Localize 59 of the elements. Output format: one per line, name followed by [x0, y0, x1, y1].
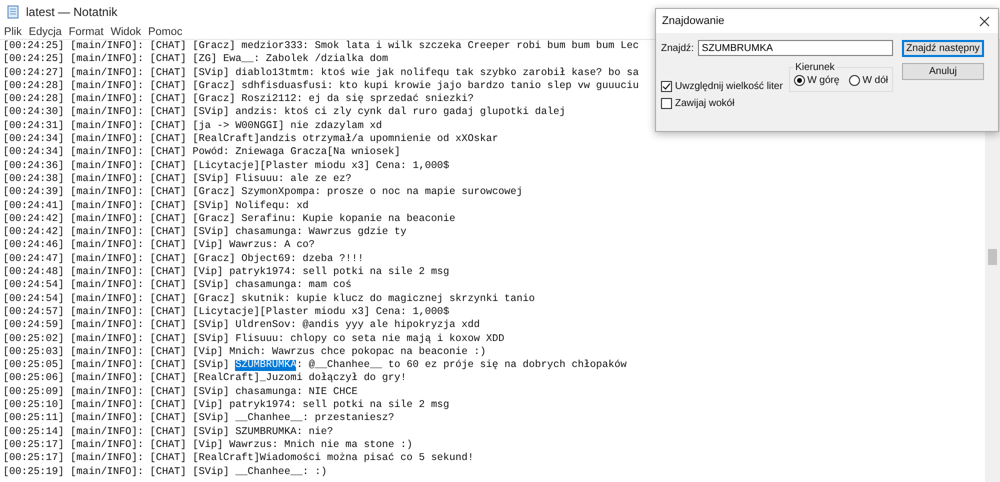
notepad-icon — [6, 5, 20, 19]
radio-button[interactable] — [849, 75, 860, 86]
window-title: latest — Notatnik — [26, 5, 118, 19]
log-text: [00:24:25] [main/INFO]: [CHAT] [ZG] Ewa__: Zabolek /dzialka dom — [3, 54, 388, 66]
log-text: [00:25:17] [main/INFO]: [CHAT] [Vip] Wawrzus: Mnich nie ma stone :) — [3, 440, 413, 451]
menu-item[interactable]: Plik — [4, 26, 22, 38]
log-text: [00:25:03] [main/INFO]: [CHAT] [Vip] Mnich: Wawrzus chce pokopac na beaconie :) — [3, 346, 486, 358]
log-text: [00:25:06] [main/INFO]: [CHAT] [RealCraft]_Juzomi dołączył do gry! — [3, 373, 406, 384]
log-text: [00:25:19] [main/INFO]: [CHAT] [SVip] __Chanhee__: :) — [3, 466, 328, 478]
scroll-thumb[interactable] — [988, 249, 997, 265]
radio-label: W górę — [807, 75, 840, 86]
checkbox-label: Uwzględnij wielkość liter — [675, 81, 783, 92]
menu-item[interactable]: Widok — [110, 26, 142, 38]
menu-item[interactable]: Edycja — [28, 26, 62, 38]
log-text: [00:24:36] [main/INFO]: [CHAT] [Licytacje][Plaster miodu x3] Cena: 1,000$ — [3, 160, 450, 172]
checkmark-icon — [662, 82, 671, 91]
log-text: [00:24:54] [main/INFO]: [CHAT] [SVip] chasamunga: mam coś — [3, 280, 352, 292]
log-text: [00:25:17] [main/INFO]: [CHAT] [RealCraft]Wiadomości można pisać co 5 sekund! — [3, 453, 474, 464]
log-text: [00:24:42] [main/INFO]: [CHAT] [SVip] chasamunga: Wawrzus gdzie ty — [3, 227, 406, 238]
find-field[interactable]: SZUMBRUMKA — [698, 40, 893, 56]
cancel-button[interactable]: Anuluj — [902, 63, 984, 80]
radio-label: W dół — [862, 75, 888, 86]
log-text: [00:24:39] [main/INFO]: [CHAT] [Gracz] SzymonXpompa: prosze o noc na mapie surowcowej — [3, 187, 523, 198]
find-label: Znajdź: — [661, 42, 694, 54]
checkbox-label: Zawijaj wokół — [675, 98, 734, 109]
log-text: [00:24:31] [main/INFO]: [CHAT] [ja -> W00NGGI] nie zdazylam xd — [3, 120, 382, 132]
highlighted-text: SZUMBRUMKA — [235, 360, 296, 372]
log-text: [00:24:25] [main/INFO]: [CHAT] [Gracz] medzior333: Smok lata i wilk szczeka Creeper robi bum bum bum Lec — [3, 41, 639, 52]
log-text: [00:24:54] [main/INFO]: [CHAT] [Gracz] skutnik: kupie klucz do magicznej skrzynki tanio — [3, 294, 535, 305]
log-text: [00:24:41] [main/INFO]: [CHAT] [SVip] Nolifequ: xd — [3, 200, 309, 212]
log-text: [00:25:09] [main/INFO]: [CHAT] [SVip] chasamunga: NIE CHCE — [3, 386, 358, 398]
log-text: [00:25:14] [main/INFO]: [CHAT] [SVip] SZUMBRUMKA: nie? — [3, 426, 334, 438]
log-text: [00:25:10] [main/INFO]: [CHAT] [Vip] patryk1974: sell potki na sile 2 msg — [3, 400, 450, 412]
close-icon[interactable] — [979, 16, 990, 26]
group-title: Kierunek — [794, 62, 836, 73]
log-text: [00:24:34] [main/INFO]: [CHAT] [RealCraft]andzis otrzymał/a upomnienie od xXOskar — [3, 134, 498, 146]
dialog-title: Znajdowanie — [662, 15, 724, 27]
log-text: [00:25:05] [main/INFO]: [CHAT] [SVip] — [3, 360, 230, 372]
log-text: [00:25:02] [main/INFO]: [CHAT] [SVip] Flisuuu: chlopy co seta nie mają i koxow XDD — [3, 334, 504, 345]
log-text: [00:24:47] [main/INFO]: [CHAT] [Gracz] Object69: dzeba ?!!! — [3, 254, 364, 265]
find-next-button[interactable]: Znajdź następny — [902, 40, 984, 57]
log-text: [00:25:11] [main/INFO]: [CHAT] [SVip] __Chanhee__: przestaniesz? — [3, 413, 394, 424]
menu-item[interactable]: Format — [68, 26, 104, 38]
checkbox[interactable] — [661, 81, 672, 92]
log-text: [00:24:57] [main/INFO]: [CHAT] [Licytacje][Plaster miodu x3] Cena: 1,000$ — [3, 306, 450, 318]
log-text: [00:24:30] [main/INFO]: [CHAT] [SVip] andzis: ktoś ci zly cynk dal ruro gadaj glupotki dalej — [3, 107, 566, 118]
radio-button[interactable] — [794, 75, 806, 86]
log-text: [00:24:59] [main/INFO]: [CHAT] [SVip] UldrenSov: @andis yyy ale hipokryzja xdd — [3, 320, 480, 332]
log-text: [00:24:28] [main/INFO]: [CHAT] [Gracz] sdhfisduasfusi: kto kupi krowie jajo bardzo tanio slep vw guuuciu — [3, 80, 639, 92]
menu-item[interactable]: Pomoc — [148, 26, 182, 38]
log-text: [00:24:42] [main/INFO]: [CHAT] [Gracz] Serafinu: Kupie kopanie na beaconie — [3, 214, 456, 225]
log-text: [00:24:34] [main/INFO]: [CHAT] Powód: Zniewaga Gracza[Na wniosek] — [3, 147, 400, 158]
log-text: [00:24:27] [main/INFO]: [CHAT] [SVip] diablo13tmtm: ktoś wie jak nolifequ tak szybko zarobił kase? bo sa — [3, 68, 639, 79]
log-text: [00:24:38] [main/INFO]: [CHAT] [SVip] Flisuuu: ale ze ez? — [3, 174, 352, 185]
log-text: [00:24:48] [main/INFO]: [CHAT] [Vip] patryk1974: sell potki na sile 2 msg — [3, 267, 450, 278]
log-text: : @__Chanhee__ to 60 ez próje się na dobrych chłopaków — [296, 360, 627, 372]
log-text: [00:24:28] [main/INFO]: [CHAT] [Gracz] Roszi2112: ej da się sprzedać sniezki? — [3, 94, 474, 106]
checkbox[interactable] — [661, 98, 672, 109]
log-text: [00:24:46] [main/INFO]: [CHAT] [Vip] Wawrzus: A co? — [3, 240, 315, 252]
